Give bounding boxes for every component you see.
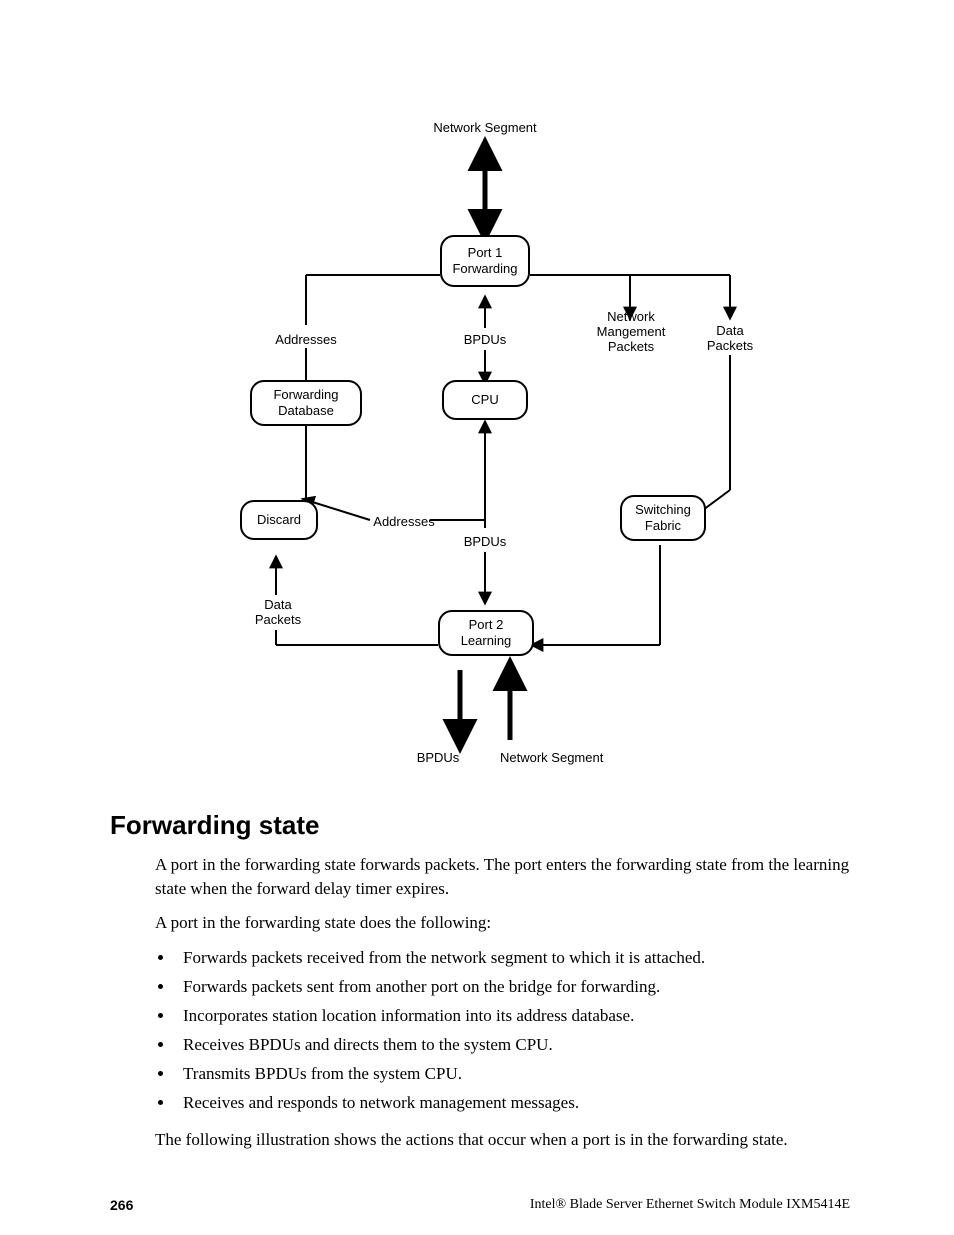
- bullet-list: Forwards packets received from the netwo…: [155, 944, 850, 1117]
- list-item: Receives BPDUs and directs them to the s…: [175, 1031, 850, 1060]
- page-content: Network Segment Port 1Forwarding Address…: [110, 100, 850, 1162]
- label-bpdus-top: BPDUs: [460, 332, 510, 347]
- box-switching-text: SwitchingFabric: [635, 502, 691, 533]
- label-net-mgmt-packets: NetworkMangementPackets: [590, 310, 672, 355]
- label-addresses-mid: Addresses: [368, 514, 440, 529]
- label-network-segment-top: Network Segment: [420, 120, 550, 135]
- paragraph-1: A port in the forwarding state forwards …: [155, 853, 850, 901]
- diagram-lines: [220, 100, 740, 780]
- box-port1-forwarding: Port 1Forwarding: [440, 235, 530, 287]
- diagram: Network Segment Port 1Forwarding Address…: [220, 100, 740, 780]
- paragraph-3: The following illustration shows the act…: [155, 1128, 850, 1152]
- list-item: Forwards packets sent from another port …: [175, 973, 850, 1002]
- page-number: 266: [110, 1197, 133, 1213]
- box-cpu-text: CPU: [471, 392, 498, 408]
- paragraph-2: A port in the forwarding state does the …: [155, 911, 850, 935]
- box-forwarding-database: ForwardingDatabase: [250, 380, 362, 426]
- label-data-packets-left: DataPackets: [250, 598, 306, 628]
- box-cpu: CPU: [442, 380, 528, 420]
- list-item: Transmits BPDUs from the system CPU.: [175, 1060, 850, 1089]
- box-fwd-db-text: ForwardingDatabase: [273, 387, 338, 418]
- box-port2-text: Port 2Learning: [461, 617, 512, 648]
- box-discard-text: Discard: [257, 512, 301, 528]
- list-item: Incorporates station location informatio…: [175, 1002, 850, 1031]
- label-bpdus-mid: BPDUs: [460, 534, 510, 549]
- label-network-segment-bottom: Network Segment: [500, 750, 630, 765]
- box-switching-fabric: SwitchingFabric: [620, 495, 706, 541]
- box-port1-text: Port 1Forwarding: [452, 245, 517, 276]
- label-bpdus-bottom: BPDUs: [408, 750, 468, 765]
- footer-text: Intel® Blade Server Ethernet Switch Modu…: [530, 1197, 850, 1213]
- list-item: Receives and responds to network managem…: [175, 1089, 850, 1118]
- list-item: Forwards packets received from the netwo…: [175, 944, 850, 973]
- label-data-packets-right: DataPackets: [700, 324, 760, 354]
- box-discard: Discard: [240, 500, 318, 540]
- page-footer: 266 Intel® Blade Server Ethernet Switch …: [110, 1197, 850, 1213]
- box-port2-learning: Port 2Learning: [438, 610, 534, 656]
- section-heading: Forwarding state: [110, 810, 850, 841]
- label-addresses-top: Addresses: [270, 332, 342, 347]
